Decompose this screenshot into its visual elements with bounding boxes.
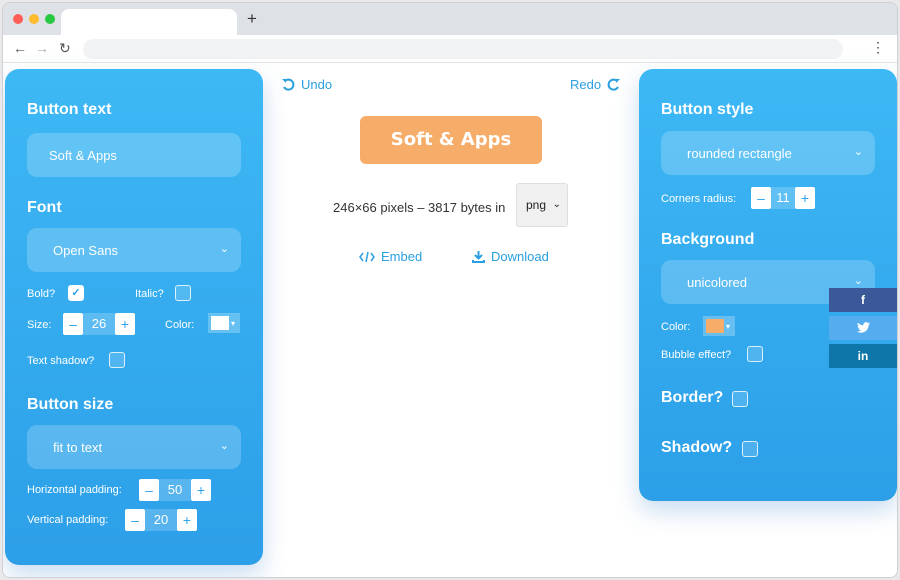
tab-strip: + [3, 3, 897, 35]
italic-checkbox[interactable] [175, 285, 191, 301]
embed-label: Embed [381, 249, 423, 264]
back-icon[interactable]: ← [13, 39, 27, 57]
image-info: 246×66 pixels – 3817 bytes in [333, 200, 506, 215]
bold-label: Bold? [27, 288, 56, 300]
undo-label: Undo [301, 77, 333, 92]
text-shadow-checkbox[interactable] [109, 352, 125, 368]
button-preview: Soft & Apps [360, 116, 542, 164]
chevron-down-icon: ⌄ [552, 199, 561, 210]
vpad-value[interactable]: 20 [145, 509, 177, 531]
vpad-decrease-button[interactable]: – [125, 509, 145, 531]
maximize-window-icon[interactable] [45, 14, 55, 24]
page-content: Button text Soft & Apps Font Open Sans ⌄… [3, 63, 897, 577]
vertical-padding-label: Vertical padding: [27, 514, 109, 526]
text-color-label: Color: [165, 319, 195, 331]
text-color-swatch [211, 316, 229, 330]
browser-menu-icon[interactable]: ⋮ [871, 38, 885, 56]
button-style-heading: Button style [661, 101, 754, 118]
twitter-share-button[interactable] [829, 316, 897, 340]
download-button[interactable]: Download [472, 249, 549, 264]
button-text-input[interactable]: Soft & Apps [27, 133, 241, 177]
hpad-value[interactable]: 50 [159, 479, 191, 501]
button-text-value: Soft & Apps [49, 147, 117, 163]
button-style-value: rounded rectangle [687, 145, 792, 161]
chevron-down-icon: ⌄ [219, 440, 229, 452]
format-value: png [526, 198, 547, 212]
bold-checkbox[interactable]: ✓ [68, 285, 84, 301]
undo-icon [282, 78, 295, 91]
horizontal-padding-stepper: – 50 + [139, 479, 211, 501]
size-label: Size: [27, 319, 52, 331]
text-color-picker[interactable]: ▾ [208, 313, 240, 333]
facebook-icon: f [861, 293, 865, 307]
linkedin-share-button[interactable]: in [829, 344, 897, 368]
window-controls [13, 14, 55, 24]
style-settings-panel: Button style rounded rectangle ⌄ Corners… [639, 69, 897, 501]
chevron-down-icon: ⌄ [219, 243, 229, 255]
button-size-value: fit to text [53, 439, 103, 455]
button-size-heading: Button size [27, 396, 114, 413]
hpad-decrease-button[interactable]: – [139, 479, 159, 501]
code-icon [359, 251, 375, 262]
button-size-select[interactable]: fit to text ⌄ [27, 425, 241, 469]
caret-down-icon: ▾ [231, 318, 236, 328]
text-shadow-label: Text shadow? [27, 355, 95, 367]
twitter-icon [856, 322, 870, 333]
format-select[interactable]: png ⌄ [516, 183, 568, 227]
size-decrease-button[interactable]: – [63, 313, 83, 335]
font-size-stepper: – 26 + [63, 313, 135, 335]
button-style-select[interactable]: rounded rectangle ⌄ [661, 131, 875, 175]
redo-button[interactable]: Redo [570, 77, 621, 92]
undo-button[interactable]: Undo [281, 77, 332, 92]
vpad-increase-button[interactable]: + [177, 509, 197, 531]
size-increase-button[interactable]: + [115, 313, 135, 335]
browser-window: + ← → ↻ ⋮ Button text Soft & Apps Font O… [2, 2, 898, 578]
border-checkbox[interactable] [732, 391, 748, 407]
corners-radius-label: Corners radius: [661, 193, 737, 205]
text-settings-panel: Button text Soft & Apps Font Open Sans ⌄… [5, 69, 263, 565]
radius-value[interactable]: 11 [771, 187, 795, 209]
hpad-increase-button[interactable]: + [191, 479, 211, 501]
background-value: unicolored [687, 274, 747, 290]
radius-increase-button[interactable]: + [795, 187, 815, 209]
border-label: Border? [661, 389, 724, 406]
chevron-down-icon: ⌄ [853, 275, 863, 287]
bubble-effect-label: Bubble effect? [661, 349, 732, 361]
address-bar[interactable] [83, 39, 843, 59]
vertical-padding-stepper: – 20 + [125, 509, 197, 531]
chevron-down-icon: ⌄ [853, 146, 863, 158]
corners-radius-stepper: – 11 + [751, 187, 815, 209]
font-value: Open Sans [53, 242, 119, 258]
reload-icon[interactable]: ↻ [59, 39, 71, 57]
shadow-label: Shadow? [661, 439, 733, 456]
horizontal-padding-label: Horizontal padding: [27, 484, 122, 496]
redo-label: Redo [570, 77, 602, 92]
new-tab-button[interactable]: + [247, 10, 257, 28]
size-value[interactable]: 26 [83, 313, 115, 335]
download-icon [472, 251, 485, 263]
caret-down-icon: ▾ [726, 321, 731, 331]
background-color-swatch [706, 319, 724, 333]
italic-label: Italic? [135, 288, 164, 300]
embed-button[interactable]: Embed [359, 249, 422, 264]
redo-icon [607, 78, 621, 91]
radius-decrease-button[interactable]: – [751, 187, 771, 209]
close-window-icon[interactable] [13, 14, 23, 24]
button-text-heading: Button text [27, 101, 112, 118]
background-color-picker[interactable]: ▾ [703, 316, 735, 336]
browser-tab[interactable] [61, 9, 237, 35]
font-select[interactable]: Open Sans ⌄ [27, 228, 241, 272]
shadow-checkbox[interactable] [742, 441, 758, 457]
font-heading: Font [27, 199, 62, 216]
facebook-share-button[interactable]: f [829, 288, 897, 312]
linkedin-icon: in [857, 349, 869, 363]
bubble-effect-checkbox[interactable] [747, 346, 763, 362]
check-icon: ✓ [71, 287, 81, 299]
forward-icon[interactable]: → [35, 39, 49, 57]
background-heading: Background [661, 231, 755, 248]
download-label: Download [491, 249, 549, 264]
background-color-label: Color: [661, 321, 691, 333]
browser-toolbar: ← → ↻ ⋮ [3, 35, 897, 63]
minimize-window-icon[interactable] [29, 14, 39, 24]
